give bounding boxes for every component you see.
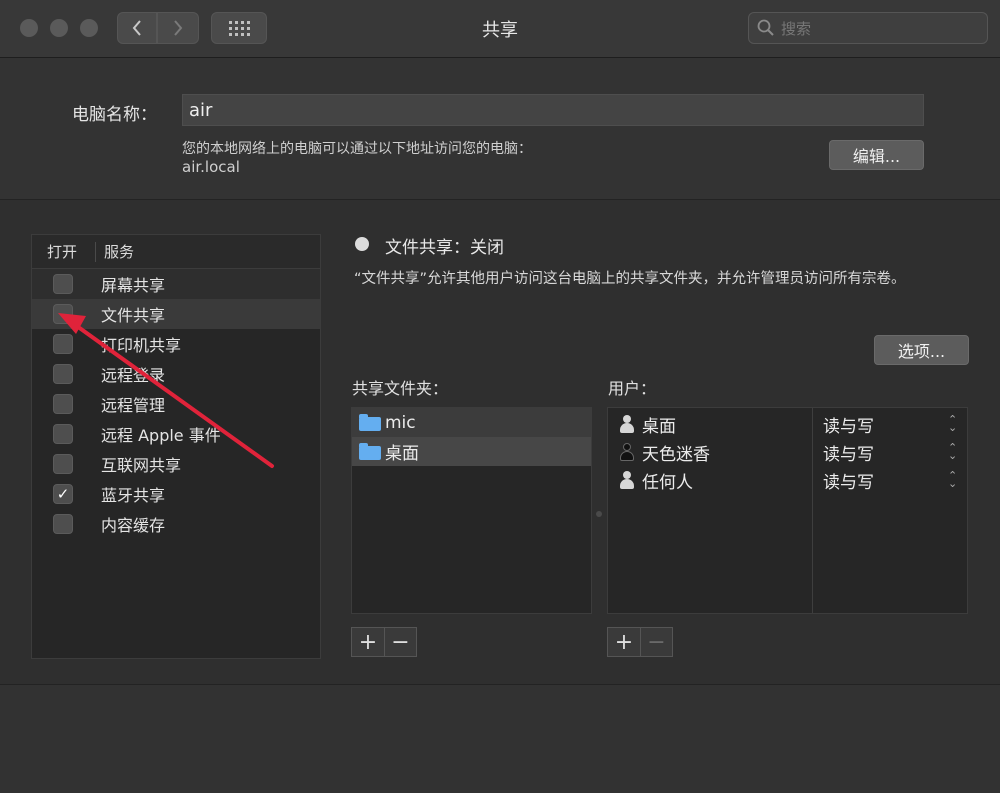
services-list: 打开 服务 屏幕共享文件共享打印机共享远程登录远程管理远程 Apple 事件 互联… xyxy=(31,234,321,659)
status-indicator xyxy=(355,237,369,251)
remove-folder-button[interactable]: − xyxy=(384,628,416,656)
user-row[interactable]: 任何人 读与写 ⌃ ⌄ xyxy=(608,466,967,494)
service-checkbox[interactable] xyxy=(53,394,73,414)
checkmark-icon: ✓ xyxy=(56,485,70,503)
main-section: 打开 服务 屏幕共享文件共享打印机共享远程登录远程管理远程 Apple 事件 互联… xyxy=(0,200,1000,685)
search-field[interactable]: 搜索 xyxy=(748,12,988,44)
user-name-cell: 任何人 xyxy=(616,468,693,493)
header-on: 打开 xyxy=(32,241,96,262)
service-label: 远程登录 xyxy=(101,366,166,385)
service-label: 屏幕共享 xyxy=(101,276,166,295)
service-row[interactable]: ✓ 蓝牙共享 xyxy=(32,479,320,509)
permission-popup[interactable]: 读与写 xyxy=(823,412,874,437)
users-list: 桌面 读与写 ⌃ ⌄ 天色迷香 读与写 ⌃ ⌄ 任何人 读与写 ⌃ ⌄ xyxy=(607,407,968,614)
service-label: 互联网共享 xyxy=(101,456,182,475)
split-handle[interactable] xyxy=(596,511,602,517)
search-placeholder: 搜索 xyxy=(781,19,812,38)
service-row[interactable]: 屏幕共享 xyxy=(32,269,320,299)
service-label: 远程管理 xyxy=(101,396,166,415)
file-sharing-description: “文件共享”允许其他用户访问这台电脑上的共享文件夹，并允许管理员访问所有宗卷。 xyxy=(354,271,906,287)
computer-name-description: 您的本地网络上的电脑可以通过以下地址访问您的电脑： xyxy=(182,141,532,157)
service-checkbox[interactable] xyxy=(53,514,73,534)
service-label: 打印机共享 xyxy=(101,336,182,355)
service-row[interactable]: 远程管理 xyxy=(32,389,320,419)
back-chevron-icon xyxy=(132,20,141,36)
single-user-icon xyxy=(616,442,638,462)
folders-add-remove: + − xyxy=(351,627,417,657)
title-bar: 共享 搜索 xyxy=(0,0,1000,58)
service-checkbox[interactable] xyxy=(53,334,73,354)
user-row[interactable]: 天色迷香 读与写 ⌃ ⌄ xyxy=(608,438,967,466)
forward-chevron-icon xyxy=(174,20,183,36)
bottom-area xyxy=(0,686,1000,793)
close-window-button[interactable] xyxy=(20,19,38,37)
shared-folders-list: mic 桌面 xyxy=(351,407,592,614)
service-row[interactable]: 互联网共享 xyxy=(32,449,320,479)
computer-name-input[interactable]: air xyxy=(182,94,924,126)
shared-folders-label: 共享文件夹： xyxy=(352,379,449,398)
search-icon xyxy=(757,19,774,36)
options-button[interactable]: 选项... xyxy=(874,335,969,365)
add-user-button[interactable]: + xyxy=(608,628,640,656)
user-row[interactable]: 桌面 读与写 ⌃ ⌄ xyxy=(608,410,967,438)
service-row[interactable]: 远程 Apple 事件 xyxy=(32,419,320,449)
service-checkbox[interactable]: ✓ xyxy=(53,484,73,504)
users-add-remove: + − xyxy=(607,627,673,657)
service-row[interactable]: 文件共享 xyxy=(32,299,320,329)
edit-button[interactable]: 编辑... xyxy=(829,140,924,170)
service-row[interactable]: 打印机共享 xyxy=(32,329,320,359)
shared-folder-row[interactable]: mic xyxy=(352,408,591,437)
minimize-window-button[interactable] xyxy=(50,19,68,37)
grid-icon xyxy=(229,21,250,36)
up-down-chevron-icon[interactable]: ⌃ ⌄ xyxy=(948,470,957,489)
service-checkbox[interactable] xyxy=(53,274,73,294)
service-checkbox[interactable] xyxy=(53,454,73,474)
up-down-chevron-icon[interactable]: ⌃ ⌄ xyxy=(948,414,957,433)
computer-name-section: 电脑名称： air 您的本地网络上的电脑可以通过以下地址访问您的电脑： air.… xyxy=(0,58,1000,200)
add-folder-button[interactable]: + xyxy=(352,628,384,656)
service-row[interactable]: 内容缓存 xyxy=(32,509,320,539)
service-label: 文件共享 xyxy=(101,306,166,325)
folder-icon xyxy=(359,443,381,460)
group-user-icon xyxy=(616,414,638,434)
shared-folder-name: 桌面 xyxy=(385,444,419,464)
zoom-window-button[interactable] xyxy=(80,19,98,37)
user-name: 桌面 xyxy=(642,416,676,437)
computer-name-label: 电脑名称： xyxy=(72,105,157,125)
users-label: 用户： xyxy=(608,379,657,398)
user-name-cell: 桌面 xyxy=(616,412,676,437)
forward-button[interactable] xyxy=(157,12,199,44)
permission-popup[interactable]: 读与写 xyxy=(823,440,874,465)
everyone-icon xyxy=(616,470,638,490)
sharing-window: 共享 搜索 电脑名称： air 您的本地网络上的电脑可以通过以下地址访问您的电脑… xyxy=(0,0,1000,793)
file-sharing-status: 文件共享：关闭 xyxy=(385,238,504,258)
user-name-cell: 天色迷香 xyxy=(616,440,710,465)
remove-user-button[interactable]: − xyxy=(640,628,672,656)
shared-folder-row[interactable]: 桌面 xyxy=(352,437,591,466)
window-title: 共享 xyxy=(482,20,518,41)
local-address: air.local xyxy=(182,158,240,176)
services-list-header: 打开 服务 xyxy=(32,235,320,269)
service-label: 蓝牙共享 xyxy=(101,486,166,505)
service-row[interactable]: 远程登录 xyxy=(32,359,320,389)
shared-folder-name: mic xyxy=(385,412,416,433)
back-button[interactable] xyxy=(117,12,157,44)
permission-popup[interactable]: 读与写 xyxy=(823,468,874,493)
service-checkbox[interactable] xyxy=(53,364,73,384)
service-label: 内容缓存 xyxy=(101,516,166,535)
show-all-button[interactable] xyxy=(211,12,267,44)
header-service: 服务 xyxy=(104,243,135,261)
user-name: 任何人 xyxy=(642,472,693,493)
service-checkbox[interactable] xyxy=(53,424,73,444)
service-label: 远程 Apple 事件 xyxy=(101,426,221,445)
folder-icon xyxy=(359,414,381,431)
service-checkbox[interactable] xyxy=(53,304,73,324)
user-name: 天色迷香 xyxy=(642,444,710,465)
up-down-chevron-icon[interactable]: ⌃ ⌄ xyxy=(948,442,957,461)
